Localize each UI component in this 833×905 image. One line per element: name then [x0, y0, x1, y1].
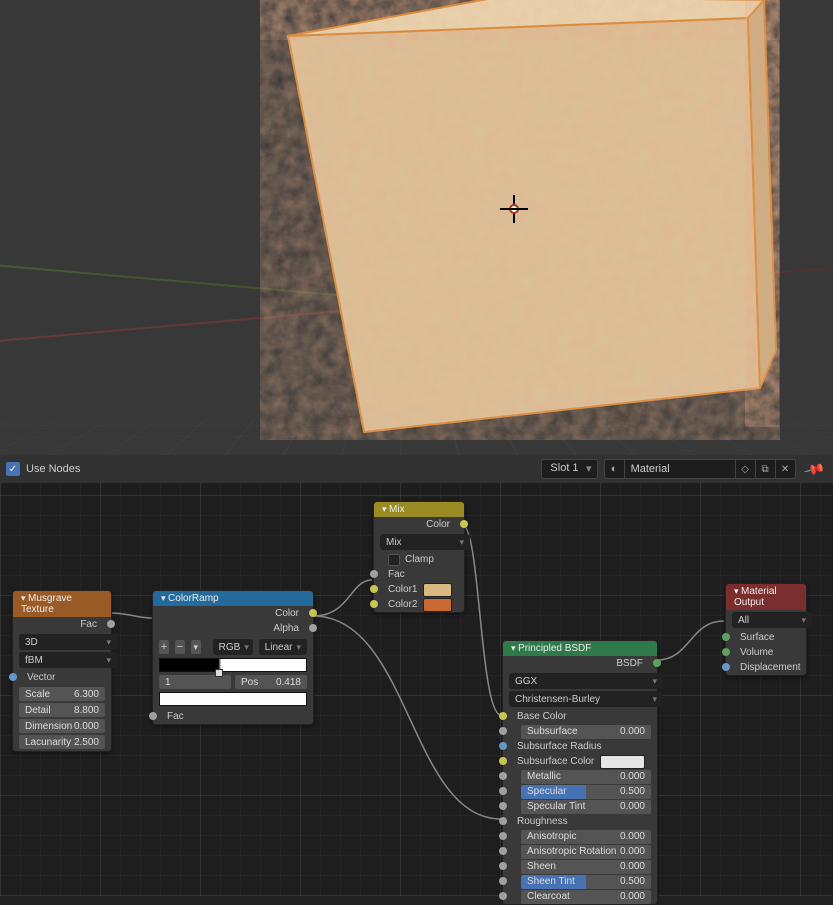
material-browse-icon[interactable]: ◐	[605, 460, 625, 478]
in-anisotropic-rotation[interactable]: Anisotropic Rotation0.000	[503, 844, 657, 859]
in-displacement: Displacement	[726, 660, 806, 675]
in-subsurface[interactable]: Subsurface0.000	[503, 724, 657, 739]
in-roughness: Roughness	[503, 814, 657, 829]
node-header[interactable]: Material Output	[726, 584, 806, 610]
color-stop[interactable]	[215, 669, 223, 677]
stop-pos[interactable]: Pos0.418	[235, 675, 307, 689]
in-fac: Fac	[374, 567, 464, 582]
clamp-checkbox[interactable]: Clamp	[374, 552, 464, 567]
colormode-dropdown[interactable]: RGB	[213, 639, 253, 655]
ramp-menu-button[interactable]: ▾	[191, 640, 201, 654]
slot-dropdown[interactable]: Slot 1	[541, 459, 597, 479]
target-dropdown[interactable]: All	[732, 612, 812, 628]
remove-stop-button[interactable]: −	[175, 640, 185, 654]
dimension-slider[interactable]: Dimension0.000	[19, 719, 105, 733]
distribution-dropdown[interactable]: GGX	[509, 673, 663, 689]
blend-dropdown[interactable]: Mix	[380, 534, 470, 550]
in-color2[interactable]: Color2	[374, 597, 464, 612]
node-material-output[interactable]: Material Output All Surface Volume Displ…	[725, 583, 807, 676]
3d-cursor	[500, 195, 528, 223]
in-subsurface-radius: Subsurface Radius	[503, 739, 657, 754]
in-fac: Fac	[153, 709, 313, 724]
in-clearcoat[interactable]: Clearcoat0.000	[503, 889, 657, 904]
dim-dropdown[interactable]: 3D	[19, 634, 117, 650]
node-editor-header: ✓ Use Nodes Slot 1 ◐ ◇ ⧉ ✕ 📌	[0, 455, 833, 483]
in-color1[interactable]: Color1	[374, 582, 464, 597]
node-header[interactable]: ColorRamp	[153, 591, 313, 606]
out-color: Color	[153, 606, 313, 621]
duplicate-icon[interactable]: ⧉	[755, 460, 775, 478]
scale-slider[interactable]: Scale6.300	[19, 687, 105, 701]
out-alpha: Alpha	[153, 621, 313, 636]
in-anisotropic[interactable]: Anisotropic0.000	[503, 829, 657, 844]
interp-dropdown[interactable]: Linear	[259, 639, 307, 655]
in-specular-tint[interactable]: Specular Tint0.000	[503, 799, 657, 814]
close-icon[interactable]: ✕	[775, 460, 795, 478]
material-selector: ◐ ◇ ⧉ ✕	[604, 459, 796, 479]
node-header[interactable]: Principled BSDF	[503, 641, 657, 656]
node-header[interactable]: Musgrave Texture	[13, 591, 111, 617]
out-fac: Fac	[13, 617, 111, 632]
gradient-bar[interactable]	[159, 658, 307, 672]
in-metallic[interactable]: Metallic0.000	[503, 769, 657, 784]
in-vector: Vector	[13, 670, 111, 685]
node-editor[interactable]: Musgrave Texture Fac 3D fBM Vector Scale…	[0, 483, 833, 896]
node-header[interactable]: Mix	[374, 502, 464, 517]
node-mix[interactable]: Mix Color Mix Clamp Fac Color1 Color2	[373, 501, 465, 613]
sss-dropdown[interactable]: Christensen-Burley	[509, 691, 663, 707]
shield-icon[interactable]: ◇	[735, 460, 755, 478]
material-name-input[interactable]	[625, 460, 735, 478]
detail-slider[interactable]: Detail8.800	[19, 703, 105, 717]
use-nodes-label: Use Nodes	[26, 463, 80, 475]
node-color-ramp[interactable]: ColorRamp Color Alpha + − ▾ RGB Linear 1…	[152, 590, 314, 725]
type-dropdown[interactable]: fBM	[19, 652, 117, 668]
out-color: Color	[374, 517, 464, 532]
3d-viewport[interactable]	[0, 0, 833, 455]
lacunarity-slider[interactable]: Lacunarity2.500	[19, 735, 105, 749]
out-bsdf: BSDF	[503, 656, 657, 671]
node-principled-bsdf[interactable]: Principled BSDF BSDF GGX Christensen-Bur…	[502, 640, 658, 905]
in-subsurface-color[interactable]: Subsurface Color	[503, 754, 657, 769]
stop-color[interactable]	[159, 692, 307, 706]
in-base-color: Base Color	[503, 709, 657, 724]
in-volume: Volume	[726, 645, 806, 660]
node-musgrave-texture[interactable]: Musgrave Texture Fac 3D fBM Vector Scale…	[12, 590, 112, 752]
in-sheen-tint[interactable]: Sheen Tint0.500	[503, 874, 657, 889]
in-surface: Surface	[726, 630, 806, 645]
stop-index[interactable]: 1	[159, 675, 231, 689]
in-specular[interactable]: Specular0.500	[503, 784, 657, 799]
use-nodes-checkbox[interactable]: ✓	[6, 462, 20, 476]
pin-icon[interactable]: 📌	[799, 455, 830, 482]
add-stop-button[interactable]: +	[159, 640, 169, 654]
in-sheen[interactable]: Sheen0.000	[503, 859, 657, 874]
